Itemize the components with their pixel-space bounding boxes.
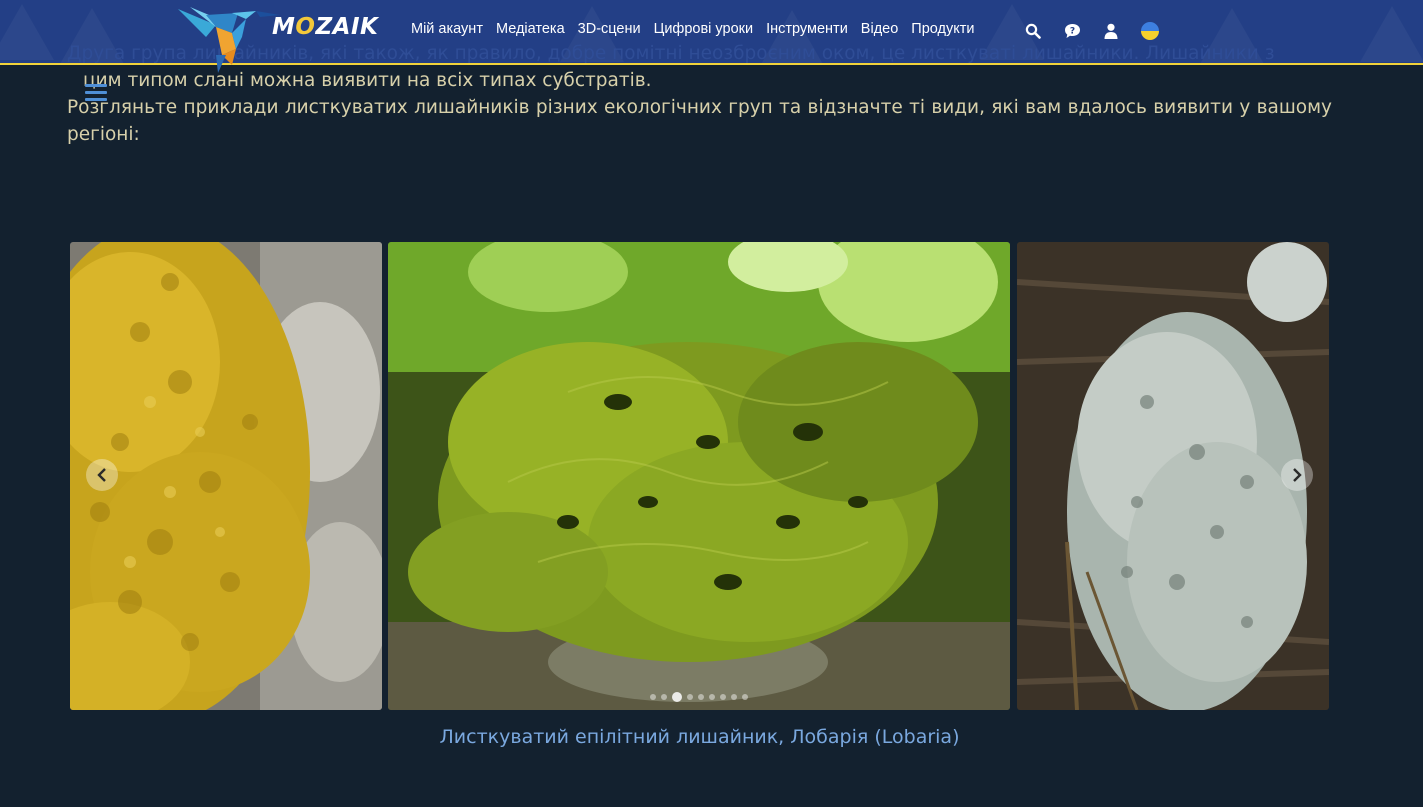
main-nav: Мій акаунт Медіатека 3D-сцени Цифрові ур… bbox=[411, 21, 987, 37]
lobaria-lichen-photo[interactable] bbox=[388, 242, 1010, 710]
site-logo[interactable]: MOZAIK bbox=[272, 14, 378, 40]
carousel-dot[interactable] bbox=[720, 694, 726, 700]
article-paragraph-2: Розгляньте приклади листкуватих лишайник… bbox=[67, 97, 1332, 145]
carousel-dot[interactable] bbox=[698, 694, 704, 700]
nav-my-account[interactable]: Мій акаунт bbox=[411, 21, 483, 37]
image-carousel bbox=[70, 242, 1329, 710]
chevron-right-icon bbox=[1293, 468, 1302, 482]
help-chat-icon[interactable]: ? bbox=[1063, 22, 1081, 40]
carousel-dot[interactable] bbox=[687, 694, 693, 700]
chevron-left-icon bbox=[97, 468, 106, 482]
language-flag-ukraine-icon[interactable] bbox=[1141, 22, 1159, 40]
carousel-dot[interactable] bbox=[731, 694, 737, 700]
nav-3d-scenes[interactable]: 3D-сцени bbox=[578, 21, 641, 37]
nav-digital-lessons[interactable]: Цифрові уроки bbox=[654, 21, 754, 37]
search-icon[interactable] bbox=[1024, 22, 1042, 40]
image-caption: Листкуватий епілітний лишайник, Лобарія … bbox=[439, 726, 960, 748]
carousel-pagination bbox=[650, 692, 753, 702]
nav-products[interactable]: Продукти bbox=[911, 21, 974, 37]
nav-video[interactable]: Відео bbox=[861, 21, 898, 37]
svg-text:?: ? bbox=[1069, 27, 1074, 37]
nav-icon-group: ? bbox=[1024, 22, 1180, 40]
carousel-dot[interactable] bbox=[650, 694, 656, 700]
logo-text: MOZAIK bbox=[272, 14, 379, 40]
carousel-dot[interactable] bbox=[672, 692, 682, 702]
kingfisher-logo-icon[interactable] bbox=[176, 3, 286, 75]
carousel-next-button[interactable] bbox=[1281, 459, 1313, 491]
user-icon[interactable] bbox=[1102, 22, 1120, 40]
nav-media-library[interactable]: Медіатека bbox=[496, 21, 565, 37]
menu-toggle-button[interactable] bbox=[85, 84, 107, 105]
carousel-dot[interactable] bbox=[661, 694, 667, 700]
carousel-prev-button[interactable] bbox=[86, 459, 118, 491]
nav-tools[interactable]: Інструменти bbox=[766, 21, 848, 37]
carousel-dot[interactable] bbox=[709, 694, 715, 700]
carousel-dot[interactable] bbox=[742, 694, 748, 700]
